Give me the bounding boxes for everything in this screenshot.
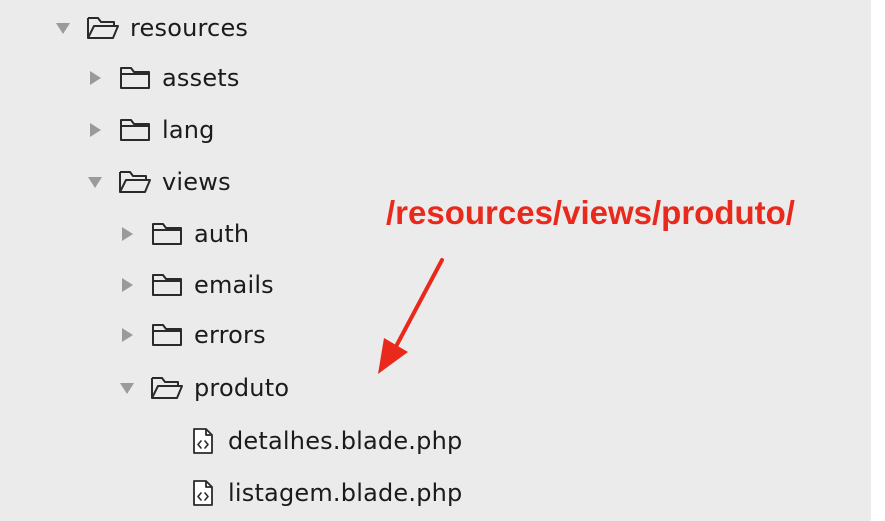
- tree-item-detalhes-blade-php[interactable]: detalhes.blade.php: [190, 419, 462, 463]
- tree-item-auth[interactable]: auth: [118, 212, 249, 256]
- disclosure-collapsed-icon[interactable]: [86, 69, 104, 87]
- tree-item-views[interactable]: views: [86, 160, 231, 204]
- disclosure-collapsed-icon[interactable]: [118, 225, 136, 243]
- tree-item-label: errors: [194, 321, 266, 349]
- folder-icon: [118, 116, 152, 144]
- panel-edge: [871, 0, 885, 521]
- folder-icon: [150, 220, 184, 248]
- code-file-icon: [190, 478, 216, 508]
- folder-icon: [150, 321, 184, 349]
- tree-item-label: emails: [194, 271, 274, 299]
- tree-item-label: auth: [194, 220, 250, 248]
- disclosure-collapsed-icon[interactable]: [86, 121, 104, 139]
- tree-item-label: lang: [162, 116, 215, 144]
- tree-item-assets[interactable]: assets: [86, 56, 240, 100]
- disclosure-expanded-icon[interactable]: [54, 19, 72, 37]
- folder-open-icon: [118, 168, 152, 196]
- disclosure-collapsed-icon[interactable]: [118, 276, 136, 294]
- folder-icon: [150, 271, 184, 299]
- folder-open-icon: [150, 374, 184, 402]
- folder-icon: [118, 64, 152, 92]
- disclosure-collapsed-icon[interactable]: [118, 326, 136, 344]
- tree-item-label: resources: [130, 14, 249, 42]
- tree-item-resources[interactable]: resources: [54, 6, 248, 50]
- folder-open-icon: [86, 14, 120, 42]
- tree-item-label: detalhes.blade.php: [228, 427, 463, 455]
- tree-item-listagem-blade-php[interactable]: listagem.blade.php: [190, 471, 462, 515]
- tree-item-label: listagem.blade.php: [228, 479, 463, 507]
- tree-item-emails[interactable]: emails: [118, 263, 274, 307]
- tree-item-errors[interactable]: errors: [118, 313, 266, 357]
- tree-item-label: produto: [194, 374, 290, 402]
- code-file-icon: [190, 426, 216, 456]
- disclosure-expanded-icon[interactable]: [86, 173, 104, 191]
- tree-item-label: assets: [162, 64, 240, 92]
- tree-item-lang[interactable]: lang: [86, 108, 215, 152]
- tree-item-produto[interactable]: produto: [118, 366, 289, 410]
- tree-item-label: views: [162, 168, 231, 196]
- annotation-path-label: /resources/views/produto/: [386, 194, 795, 231]
- disclosure-expanded-icon[interactable]: [118, 379, 136, 397]
- annotation-arrow-icon: [370, 256, 450, 380]
